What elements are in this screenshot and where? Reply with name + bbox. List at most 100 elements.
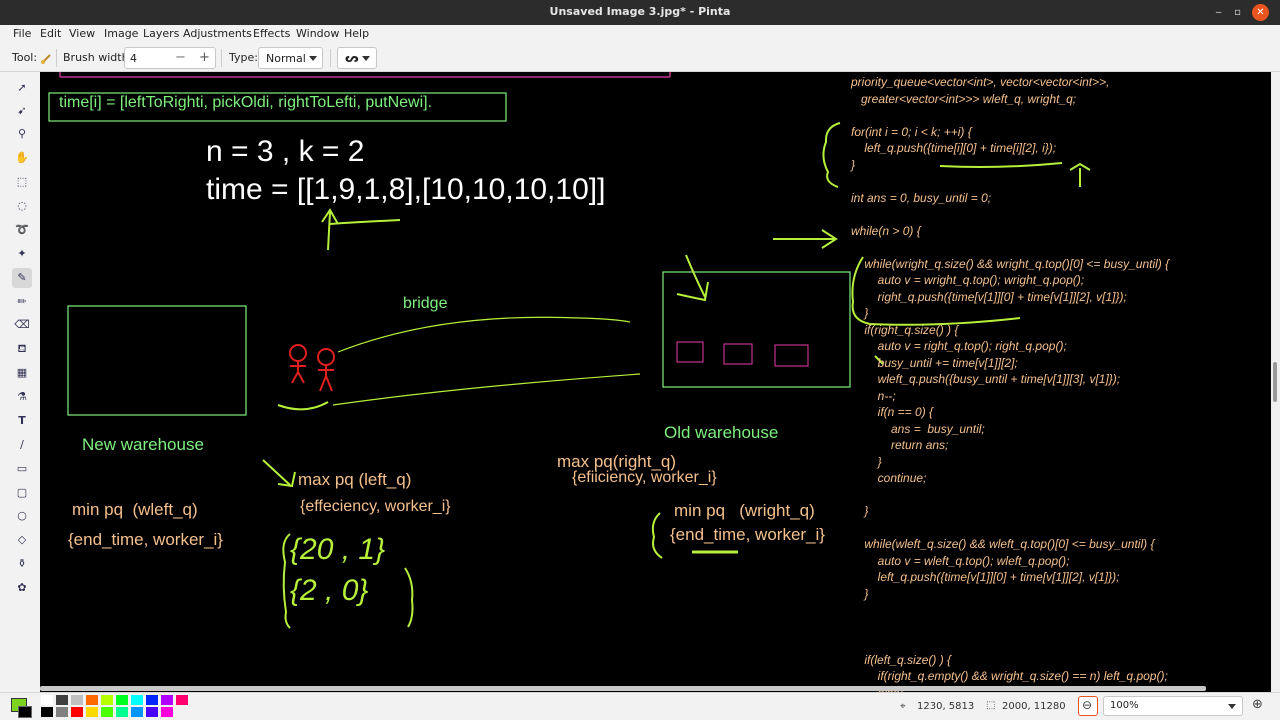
vertical-scrollbar[interactable] (1271, 72, 1280, 692)
clone-stamp-tool-icon[interactable]: ⚱ (12, 554, 32, 574)
code-line: ans = busy_until; (851, 421, 985, 436)
secondary-color-swatch[interactable] (18, 706, 32, 718)
maximize-button[interactable]: ▫ (1229, 4, 1246, 21)
text-tool-icon[interactable]: T (12, 411, 32, 431)
handwritten-set-1: {20 , 1} (290, 533, 386, 566)
brush-width-increase[interactable]: + (199, 50, 210, 65)
menu-help[interactable]: Help (344, 27, 369, 40)
palette-swatch[interactable] (161, 707, 173, 717)
code-line: auto v = right_q.top(); right_q.pop(); (851, 339, 1067, 353)
palette-swatch[interactable] (131, 707, 143, 717)
chevron-down-icon (309, 56, 317, 61)
palette-swatch[interactable] (101, 695, 113, 705)
palette-swatch[interactable] (86, 695, 98, 705)
palette-swatch[interactable] (131, 695, 143, 705)
palette-swatch[interactable] (56, 707, 68, 717)
move-selection-tool-icon[interactable]: ➹ (12, 101, 32, 121)
palette-swatch[interactable] (146, 695, 158, 705)
menu-adjustments[interactable]: Adjustments (183, 27, 252, 40)
menu-view[interactable]: View (69, 27, 95, 40)
toolbar-separator (330, 49, 331, 67)
title-bar: Unsaved Image 3.jpg* - Pinta ‒ ▫ ✕ (0, 0, 1280, 25)
close-button[interactable]: ✕ (1252, 4, 1269, 21)
code-line: int ans = 0, busy_until = 0; (851, 190, 992, 205)
palette-swatch[interactable] (176, 695, 188, 705)
rectangle-select-tool-icon[interactable]: ⬚ (12, 172, 32, 192)
code-line: if(right_q.empty() && wright_q.size() ==… (851, 669, 1168, 683)
primary-secondary-color[interactable] (8, 696, 34, 720)
palette-swatch[interactable] (116, 695, 128, 705)
menu-effects[interactable]: Effects (253, 27, 290, 40)
paintbrush-icon (40, 50, 53, 64)
pan-tool-icon[interactable]: ✋ (12, 148, 32, 168)
zoom-select[interactable]: 100% (1103, 696, 1243, 716)
code-line: while(n > 0) { (851, 223, 921, 238)
item-box (676, 341, 704, 363)
brush-width-value[interactable]: 4 (130, 52, 137, 65)
n-k-text: n = 3 , k = 2 (206, 135, 365, 168)
line-curve-tool-icon[interactable]: ∕ (12, 435, 32, 455)
move-selected-tool-icon[interactable]: ➚ (12, 78, 32, 98)
window-title: Unsaved Image 3.jpg* - Pinta (549, 5, 731, 18)
stroke-style-icon: ᔕ (345, 51, 359, 65)
code-line: busy_until += time[v[1]][2]; (851, 355, 1018, 370)
palette-swatch[interactable] (71, 707, 83, 717)
rounded-rectangle-tool-icon[interactable]: ▢ (12, 483, 32, 503)
type-label: Type: (229, 51, 258, 64)
rectangle-tool-icon[interactable]: ▭ (12, 459, 32, 479)
horizontal-scrollbar[interactable] (40, 686, 1206, 691)
menu-file[interactable]: File (13, 27, 31, 40)
minimize-button[interactable]: ‒ (1210, 4, 1227, 21)
image-canvas[interactable]: time[i] = [leftToRighti, pickOldi, right… (40, 72, 1271, 692)
scrollbar-thumb[interactable] (1273, 362, 1277, 402)
palette-swatch[interactable] (146, 707, 158, 717)
brush-width-decrease[interactable]: − (175, 50, 186, 65)
toolbar-separator (221, 49, 222, 67)
min-pq-wright-sub: {end_time, worker_i} (670, 525, 825, 544)
menu-layers[interactable]: Layers (143, 27, 179, 40)
menu-bar: File Edit View Image Layers Adjustments … (0, 25, 1280, 44)
palette-swatch[interactable] (71, 695, 83, 705)
brush-width-spinner[interactable]: 4 − + (124, 47, 216, 69)
code-line: } (851, 454, 882, 469)
stroke-style-dropdown[interactable]: ᔕ (337, 47, 377, 69)
type-dropdown[interactable]: Normal (258, 47, 323, 69)
code-line: auto v = wright_q.top(); wright_q.pop(); (851, 273, 1085, 287)
color-picker-tool-icon[interactable]: ⚗ (12, 387, 32, 407)
code-line: left_q.push({time[v[1]][0] + time[v[1]][… (851, 570, 1120, 584)
palette-swatch[interactable] (116, 707, 128, 717)
palette-swatch[interactable] (56, 695, 68, 705)
for-loop-brace (822, 122, 841, 188)
code-line: continue; (851, 471, 927, 485)
paint-bucket-tool-icon[interactable]: ⛾ (12, 339, 32, 359)
zoom-out-button[interactable]: ⊖ (1078, 696, 1098, 716)
magic-wand-tool-icon[interactable]: ✦ (12, 244, 32, 264)
menu-edit[interactable]: Edit (40, 27, 61, 40)
eraser-tool-icon[interactable]: ⌫ (12, 315, 32, 335)
zoom-in-icon[interactable]: ⊕ (1252, 697, 1263, 712)
menu-window[interactable]: Window (296, 27, 339, 40)
zoom-tool-icon[interactable]: ⚲ (12, 124, 32, 144)
menu-image[interactable]: Image (104, 27, 138, 40)
ellipse-tool-icon[interactable]: ○ (12, 506, 32, 526)
ellipse-select-tool-icon[interactable]: ◌ (12, 196, 32, 216)
palette-swatch[interactable] (101, 707, 113, 717)
code-line: } (851, 504, 869, 518)
tool-box: ➚ ➹ ⚲ ✋ ⬚ ◌ ➰ ✦ ✎ ✏ ⌫ ⛾ ▦ ⚗ T ∕ ▭ ▢ ○ ◇ … (0, 72, 40, 692)
paintbrush-tool-icon[interactable]: ✎ (12, 268, 32, 288)
zoom-out-icon: ⊖ (1082, 698, 1093, 712)
palette-swatch[interactable] (41, 707, 53, 717)
palette-swatch[interactable] (161, 695, 173, 705)
old-warehouse-label: Old warehouse (664, 423, 779, 442)
palette-swatch[interactable] (86, 707, 98, 717)
handwritten-set-2: {2 , 0} (290, 574, 369, 607)
left-brace (282, 533, 291, 629)
code-line: if(n == 0) { (851, 405, 934, 419)
recolor-tool-icon[interactable]: ✿ (12, 578, 32, 598)
freeform-shape-tool-icon[interactable]: ◇ (12, 530, 32, 550)
color-palette[interactable] (41, 695, 336, 719)
palette-swatch[interactable] (41, 695, 53, 705)
gradient-tool-icon[interactable]: ▦ (12, 363, 32, 383)
pencil-tool-icon[interactable]: ✏ (12, 292, 32, 312)
lasso-select-tool-icon[interactable]: ➰ (12, 220, 32, 240)
